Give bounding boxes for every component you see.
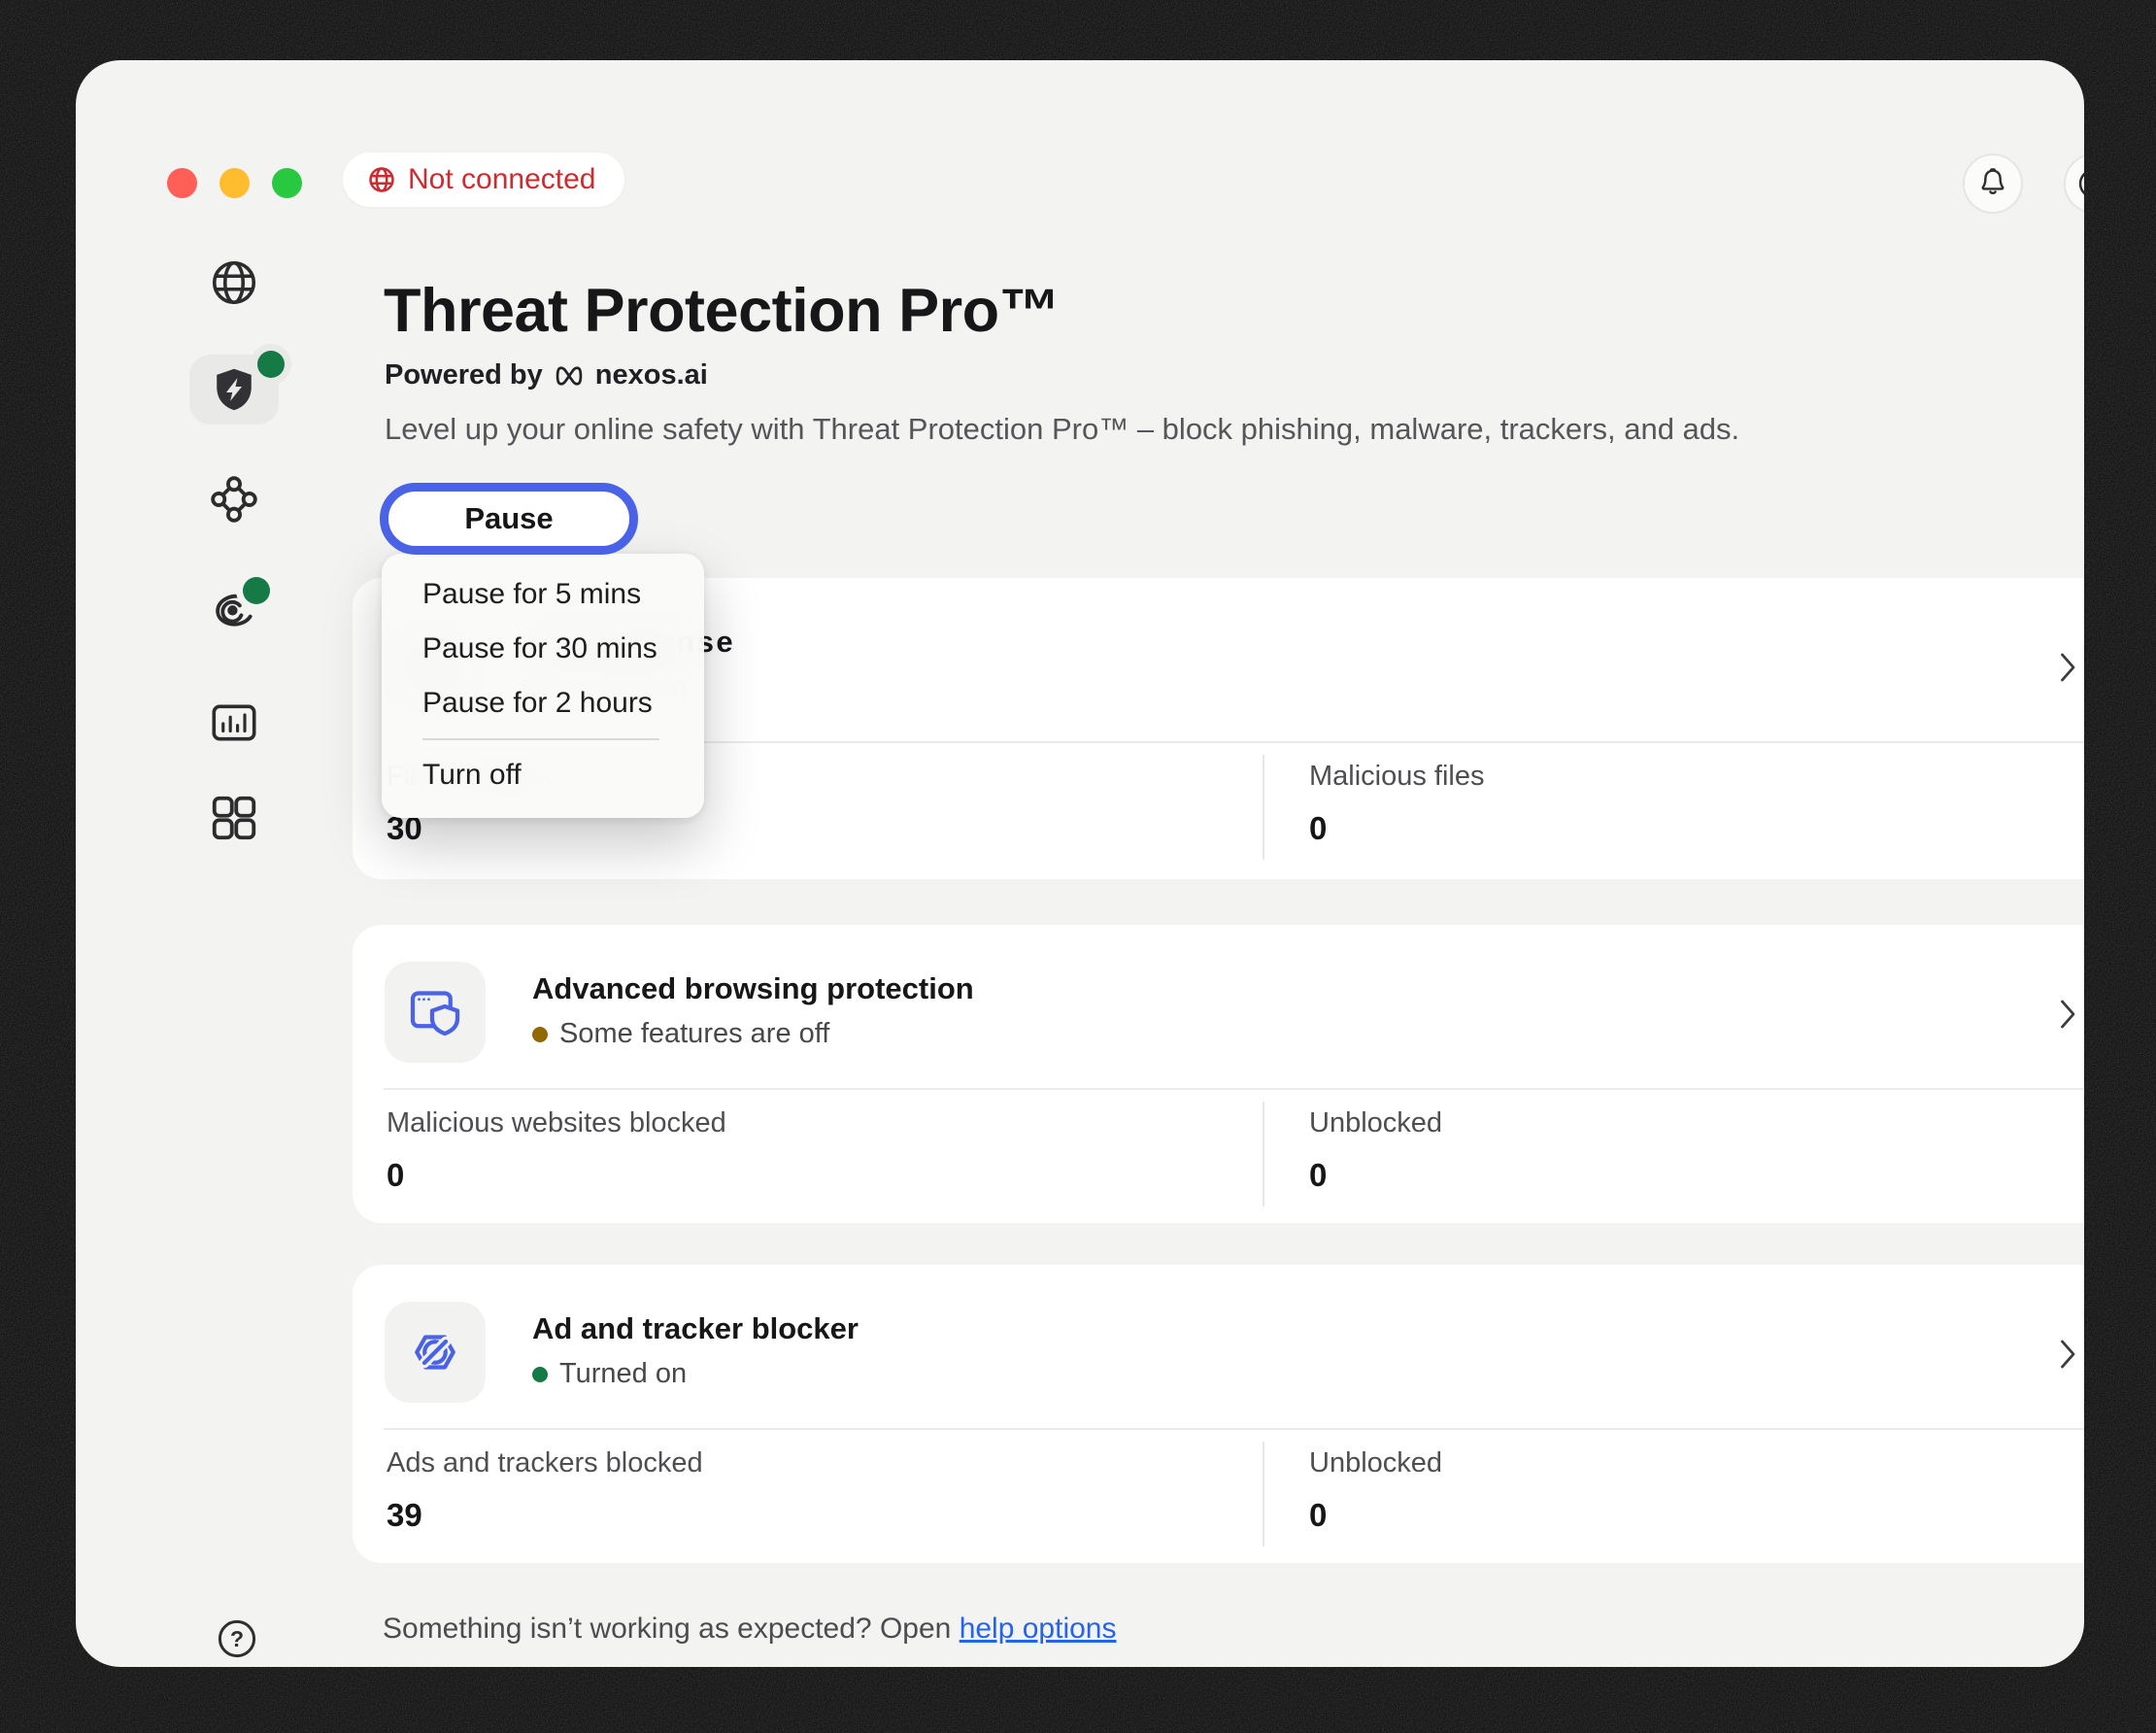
- sidebar-item-threat-protection[interactable]: [189, 355, 279, 425]
- fullscreen-window-button[interactable]: [272, 168, 302, 198]
- chevron-right-icon: [2060, 1339, 2076, 1370]
- help-options-link[interactable]: help options: [960, 1613, 1117, 1645]
- stat-label: Malicious websites blocked: [387, 1107, 726, 1139]
- stat-divider: [1263, 1442, 1264, 1546]
- chevron-right-icon: [2060, 999, 2076, 1030]
- user-icon: [2075, 165, 2084, 202]
- status-dot: [532, 1367, 548, 1382]
- stat-divider: [1263, 755, 1264, 860]
- browser-shield-icon: [406, 983, 464, 1041]
- help-button[interactable]: ?: [214, 1615, 260, 1662]
- stat-value: 39: [387, 1497, 703, 1534]
- globe-icon: [208, 256, 260, 309]
- menu-divider: [422, 738, 659, 740]
- nexos-logo-icon: [553, 363, 586, 389]
- question-mark-icon: ?: [214, 1615, 260, 1662]
- footer-help-text: Something isn’t working as expected? Ope…: [383, 1613, 1116, 1646]
- status-dot: [532, 1027, 548, 1042]
- sidebar-item-meshnet[interactable]: [208, 473, 260, 526]
- card-title: Ad and tracker blocker: [532, 1311, 859, 1346]
- powered-by-label: Powered by: [385, 359, 543, 391]
- card-divider: [384, 1428, 2084, 1430]
- pause-button-label: Pause: [464, 501, 553, 536]
- stat-label: Malicious files: [1309, 761, 1485, 793]
- grid-icon: [208, 792, 260, 844]
- sidebar-item-statistics[interactable]: [208, 697, 260, 749]
- feature-card-ad-tracker-blocker[interactable]: Ad and tracker blocker Turned on Ads and…: [353, 1265, 2084, 1563]
- notifications-button[interactable]: [1963, 153, 2023, 214]
- stat-unblocked: Unblocked 0: [1309, 1447, 1442, 1534]
- bar-chart-icon: [208, 697, 260, 749]
- footer-text: Something isn’t working as expected? Ope…: [383, 1613, 951, 1645]
- pause-dropdown-menu: Pause for 5 mins Pause for 30 mins Pause…: [382, 554, 704, 818]
- menu-item-turn-off[interactable]: Turn off: [382, 748, 704, 802]
- card-status: Turned on: [532, 1358, 687, 1390]
- screenshot-stage: Not connected: [0, 0, 2156, 1733]
- stat-ads-trackers-blocked: Ads and trackers blocked 39: [387, 1447, 703, 1534]
- stat-value: 0: [1309, 1497, 1442, 1534]
- menu-item-pause-2-hours[interactable]: Pause for 2 hours: [382, 676, 704, 731]
- connection-status-badge[interactable]: Not connected: [343, 153, 624, 207]
- stat-malicious-files: Malicious files 0: [1309, 761, 1485, 847]
- brand-name: nexos.ai: [595, 359, 708, 391]
- minimize-window-button[interactable]: [219, 168, 250, 198]
- stat-value: 0: [1309, 1157, 1442, 1194]
- ad-blocker-icon-tile: [385, 1302, 486, 1403]
- pause-button[interactable]: Pause: [380, 483, 638, 555]
- svg-text:?: ?: [230, 1626, 244, 1651]
- page-description: Level up your online safety with Threat …: [385, 412, 1739, 447]
- status-label: Turned on: [559, 1358, 687, 1390]
- sidebar-item-apps[interactable]: [208, 792, 260, 844]
- stat-malicious-websites: Malicious websites blocked 0: [387, 1107, 726, 1194]
- browsing-protection-icon-tile: [385, 962, 486, 1063]
- globe-disconnected-icon: [366, 164, 397, 195]
- menu-item-pause-5-mins[interactable]: Pause for 5 mins: [382, 567, 704, 622]
- app-window: Not connected: [76, 60, 2084, 1667]
- stat-unblocked: Unblocked 0: [1309, 1107, 1442, 1194]
- card-status: Some features are off: [532, 1018, 829, 1050]
- stat-label: Unblocked: [1309, 1107, 1442, 1139]
- card-divider: [384, 1088, 2084, 1090]
- stat-value: 0: [1309, 810, 1485, 847]
- card-title: Advanced browsing protection: [532, 971, 974, 1006]
- shield-bolt-icon: [209, 364, 259, 415]
- sidebar-item-dark-web-monitor[interactable]: [208, 583, 260, 635]
- dark-web-monitor-status-dot: [243, 577, 270, 604]
- close-window-button[interactable]: [167, 168, 197, 198]
- stat-label: Unblocked: [1309, 1447, 1442, 1479]
- sidebar-item-vpn[interactable]: [208, 256, 260, 309]
- mesh-network-icon: [208, 473, 260, 526]
- hexagon-ad-block-icon: [406, 1323, 464, 1381]
- page-title: Threat Protection Pro™: [384, 276, 1060, 346]
- account-button[interactable]: [2064, 153, 2084, 214]
- threat-protection-status-dot: [257, 351, 285, 378]
- feature-card-advanced-browsing-protection[interactable]: Advanced browsing protection Some featur…: [353, 925, 2084, 1223]
- stat-value: 0: [387, 1157, 726, 1194]
- stat-label: Ads and trackers blocked: [387, 1447, 703, 1479]
- menu-item-pause-30-mins[interactable]: Pause for 30 mins: [382, 622, 704, 676]
- chevron-right-icon: [2060, 652, 2076, 683]
- status-label: Some features are off: [559, 1018, 829, 1050]
- window-controls: [167, 168, 302, 198]
- stat-divider: [1263, 1102, 1264, 1206]
- powered-by-row: Powered by nexos.ai: [385, 359, 708, 391]
- bell-icon: [1975, 166, 2010, 201]
- connection-status-label: Not connected: [408, 163, 595, 196]
